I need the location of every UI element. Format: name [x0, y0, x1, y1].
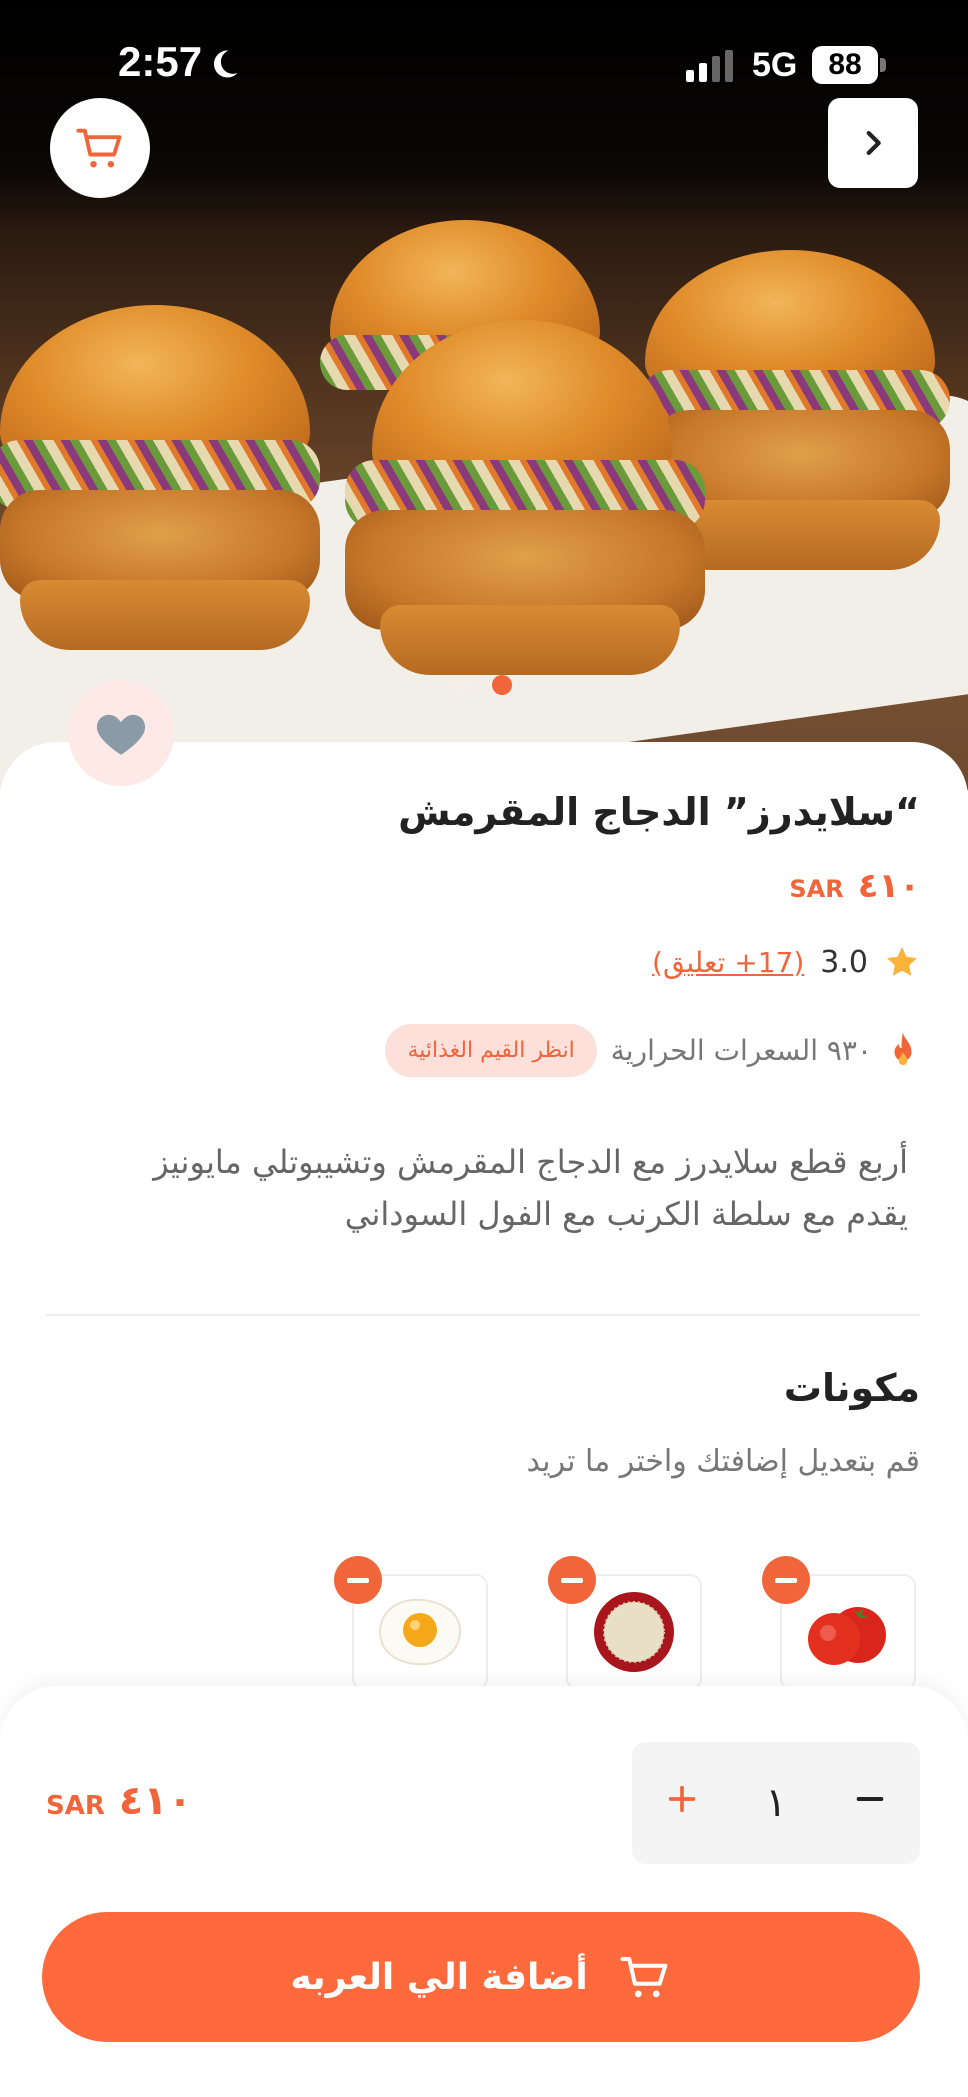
- cart-icon: [76, 128, 122, 168]
- price-currency: SAR: [789, 875, 844, 903]
- decrement-button[interactable]: [853, 1780, 887, 1826]
- price-value: ٤١٠: [857, 866, 920, 906]
- back-button[interactable]: [828, 98, 918, 188]
- tomato-icon: [808, 1607, 886, 1665]
- star-icon: [887, 947, 917, 976]
- total-currency: SAR: [46, 1791, 105, 1821]
- battery-indicator: 88: [812, 46, 878, 84]
- nutrition-info-button[interactable]: انظر القيم الغذائية: [385, 1024, 597, 1077]
- fried-egg-icon: [378, 1598, 462, 1666]
- increment-button[interactable]: [665, 1780, 699, 1826]
- remove-ingredient-button[interactable]: [334, 1556, 382, 1604]
- divider: [46, 1314, 920, 1316]
- rating-row: 3.0 (17+ تعليق): [652, 944, 920, 980]
- network-type: 5G: [752, 46, 798, 84]
- status-time: 2:57: [118, 38, 203, 85]
- status-bar: 2:57 5G 88: [0, 0, 968, 140]
- quantity-stepper: ١: [632, 1742, 920, 1864]
- quantity-value: ١: [765, 1780, 787, 1826]
- plus-icon: [668, 1785, 696, 1813]
- reviews-link[interactable]: (17+ تعليق): [652, 946, 804, 979]
- carousel-dot-active[interactable]: [492, 675, 512, 695]
- moon-icon: [213, 50, 238, 78]
- remove-ingredient-button[interactable]: [548, 1556, 596, 1604]
- chevron-right-icon: [866, 130, 881, 156]
- favorite-button[interactable]: [68, 680, 174, 786]
- heart-icon: [96, 714, 146, 755]
- ingredients-title: مكونات: [783, 1366, 920, 1410]
- carousel-dot[interactable]: [448, 675, 468, 695]
- ingredients-subtitle: قم بتعديل إضافتك واختر ما تريد: [526, 1444, 921, 1479]
- minus-icon: [856, 1797, 884, 1801]
- calories-row: ٩٣٠ السعرات الحرارية انظر القيم الغذائية: [385, 1024, 920, 1077]
- rice-plate-icon: [594, 1592, 674, 1672]
- remove-ingredient-button[interactable]: [762, 1556, 810, 1604]
- calories-text: ٩٣٠ السعرات الحرارية: [610, 1034, 872, 1067]
- product-description: أربع قطع سلايدرز مع الدجاج المقرمش وتشيب…: [48, 1136, 908, 1240]
- carousel-dots: [448, 675, 512, 695]
- fire-icon: [894, 1032, 912, 1065]
- total-price: SAR ٤١٠: [46, 1778, 192, 1824]
- rating-value: 3.0: [820, 944, 868, 980]
- battery-tip: [880, 58, 886, 72]
- add-to-cart-button[interactable]: أضافة الي العربه: [42, 1912, 920, 2042]
- add-to-cart-label: أضافة الي العربه: [290, 1956, 588, 1998]
- signal-icon: [686, 50, 733, 82]
- cart-icon: [620, 1956, 667, 1998]
- description-line: أربع قطع سلايدرز مع الدجاج المقرمش وتشيب…: [153, 1143, 908, 1181]
- total-value: ٤١٠: [118, 1778, 193, 1824]
- product-title: “سلايدرز” الدجاج المقرمش: [398, 790, 920, 834]
- description-line: يقدم مع سلطة الكرنب مع الفول السوداني: [344, 1195, 908, 1233]
- cart-button[interactable]: [50, 98, 150, 198]
- product-price: SAR ٤١٠: [789, 866, 920, 906]
